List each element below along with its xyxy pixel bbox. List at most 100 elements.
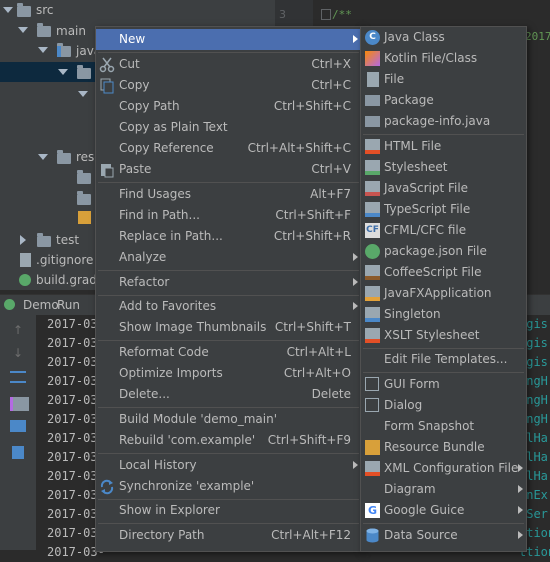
menu-item-copy-plain-text[interactable]: Copy as Plain Text [96, 117, 361, 138]
submenu-item-package[interactable]: Package [361, 90, 526, 111]
submenu-label: package-info.java [384, 114, 491, 128]
menu-separator [363, 523, 524, 524]
submenu-item-diagram[interactable]: Diagram [361, 479, 526, 500]
menu-item-delete[interactable]: Delete... Delete [96, 384, 361, 405]
submenu-item-google-guice[interactable]: G Google Guice [361, 500, 526, 521]
menu-label: Directory Path [119, 528, 205, 542]
menu-item-local-history[interactable]: Local History [96, 455, 361, 476]
menu-item-build-module[interactable]: Build Module 'demo_main' [96, 409, 361, 430]
run-config-name[interactable]: Demo [23, 295, 59, 315]
submenu-item-gui-form[interactable]: GUI Form [361, 374, 526, 395]
menu-item-analyze[interactable]: Analyze [96, 247, 361, 268]
submenu-item-data-source[interactable]: Data Source [361, 525, 526, 546]
submenu-item-dialog[interactable]: Dialog [361, 395, 526, 416]
tree-item-test[interactable]: test [56, 230, 79, 250]
menu-item-replace-in-path[interactable]: Replace in Path... Ctrl+Shift+R [96, 226, 361, 247]
menu-label: Find in Path... [119, 208, 200, 222]
spring-boot-icon [4, 299, 15, 310]
tree-item-src[interactable]: src [36, 0, 54, 20]
menu-label: Copy as Plain Text [119, 120, 228, 134]
menu-item-find-usages[interactable]: Find Usages Alt+F7 [96, 184, 361, 205]
file-icon [367, 72, 379, 87]
tree-item-resources[interactable]: resources [76, 147, 95, 167]
submenu-item-xml-configuration[interactable]: XML Configuration File [361, 458, 526, 479]
menu-item-add-to-favorites[interactable]: Add to Favorites [96, 296, 361, 317]
tree-item-main[interactable]: main [56, 21, 86, 41]
submenu-arrow-icon [518, 506, 523, 514]
tree-item-gitignore[interactable]: .gitignore [36, 250, 93, 270]
submenu-item-javascript[interactable]: JavaScript File [361, 178, 526, 199]
dialog-icon [365, 398, 379, 412]
submenu-item-cfml[interactable]: CF CFML/CFC file [361, 220, 526, 241]
soft-wrap-icon[interactable] [10, 371, 26, 383]
menu-item-optimize-imports[interactable]: Optimize Imports Ctrl+Alt+O [96, 363, 361, 384]
menu-label: Replace in Path... [119, 229, 223, 243]
submenu-item-package-json[interactable]: package.json File [361, 241, 526, 262]
menu-item-show-in-explorer[interactable]: Show in Explorer [96, 500, 361, 521]
new-submenu: C Java Class Kotlin File/Class File Pack… [360, 26, 527, 552]
collapse-arrow-icon[interactable] [20, 235, 26, 245]
menu-item-directory-path[interactable]: Directory Path Ctrl+Alt+F12 [96, 525, 361, 546]
menu-shortcut: Alt+F7 [310, 187, 351, 201]
submenu-item-javafx[interactable]: JavaFXApplication [361, 283, 526, 304]
xml-icon [365, 461, 380, 476]
menu-item-copy-reference[interactable]: Copy Reference Ctrl+Alt+Shift+C [96, 138, 361, 159]
submenu-item-kotlin[interactable]: Kotlin File/Class [361, 48, 526, 69]
paste-icon [99, 162, 115, 178]
typescript-icon [365, 202, 380, 217]
submenu-item-edit-file-templates[interactable]: Edit File Templates... [361, 349, 526, 370]
expand-arrow-icon[interactable] [3, 7, 13, 13]
folder-icon [17, 3, 31, 17]
submenu-item-html[interactable]: HTML File [361, 136, 526, 157]
menu-label: Add to Favorites [119, 299, 217, 313]
submenu-label: File [384, 72, 405, 86]
submenu-item-stylesheet[interactable]: Stylesheet [361, 157, 526, 178]
menu-label: Copy [119, 78, 150, 92]
print-icon[interactable] [10, 420, 26, 432]
expand-arrow-icon[interactable] [18, 27, 28, 33]
submenu-label: Diagram [384, 482, 436, 496]
submenu-item-package-info[interactable]: package-info.java [361, 111, 526, 132]
submenu-item-java-class[interactable]: C Java Class [361, 27, 526, 48]
submenu-arrow-icon [353, 35, 358, 43]
submenu-item-coffeescript[interactable]: CoffeeScript File [361, 262, 526, 283]
scissors-icon [99, 57, 115, 73]
submenu-label: Google Guice [384, 503, 465, 517]
submenu-label: TypeScript File [384, 202, 471, 216]
submenu-item-form-snapshot[interactable]: Form Snapshot [361, 416, 526, 437]
menu-item-refactor[interactable]: Refactor [96, 272, 361, 293]
menu-item-synchronize[interactable]: Synchronize 'example' [96, 476, 361, 497]
menu-item-show-image-thumbnails[interactable]: Show Image Thumbnails Ctrl+Shift+T [96, 317, 361, 338]
submenu-item-resource-bundle[interactable]: Resource Bundle [361, 437, 526, 458]
submenu-item-xslt[interactable]: XSLT Stylesheet [361, 325, 526, 346]
run-tab-label[interactable]: Run [57, 295, 80, 315]
menu-item-copy-path[interactable]: Copy Path Ctrl+Shift+C [96, 96, 361, 117]
menu-item-find-in-path[interactable]: Find in Path... Ctrl+Shift+F [96, 205, 361, 226]
expand-arrow-icon[interactable] [58, 69, 68, 75]
menu-item-new[interactable]: New [96, 29, 361, 50]
menu-label: Find Usages [119, 187, 192, 201]
expand-arrow-icon[interactable] [38, 154, 48, 160]
menu-separator [98, 340, 359, 341]
scroll-down-icon[interactable]: ↓ [10, 346, 26, 360]
menu-item-cut[interactable]: Cut Ctrl+X [96, 54, 361, 75]
menu-item-reformat-code[interactable]: Reformat Code Ctrl+Alt+L [96, 342, 361, 363]
fold-icon[interactable] [321, 9, 331, 20]
expand-arrow-icon[interactable] [78, 91, 88, 97]
menu-shortcut: Ctrl+X [311, 57, 351, 71]
submenu-item-singleton[interactable]: Singleton [361, 304, 526, 325]
clear-all-icon[interactable] [12, 446, 24, 459]
menu-item-rebuild[interactable]: Rebuild 'com.example' Ctrl+Shift+F9 [96, 430, 361, 451]
submenu-arrow-icon [518, 464, 523, 472]
submenu-item-file[interactable]: File [361, 69, 526, 90]
submenu-label: Package [384, 93, 434, 107]
menu-item-paste[interactable]: Paste Ctrl+V [96, 159, 361, 180]
scroll-to-end-icon[interactable] [10, 397, 29, 411]
menu-item-copy[interactable]: Copy Ctrl+C [96, 75, 361, 96]
folder-icon [77, 170, 91, 184]
scroll-up-icon[interactable]: ↑ [10, 323, 26, 337]
submenu-item-typescript[interactable]: TypeScript File [361, 199, 526, 220]
expand-arrow-icon[interactable] [38, 47, 48, 53]
submenu-label: Form Snapshot [384, 419, 475, 433]
submenu-label: Java Class [384, 30, 445, 44]
